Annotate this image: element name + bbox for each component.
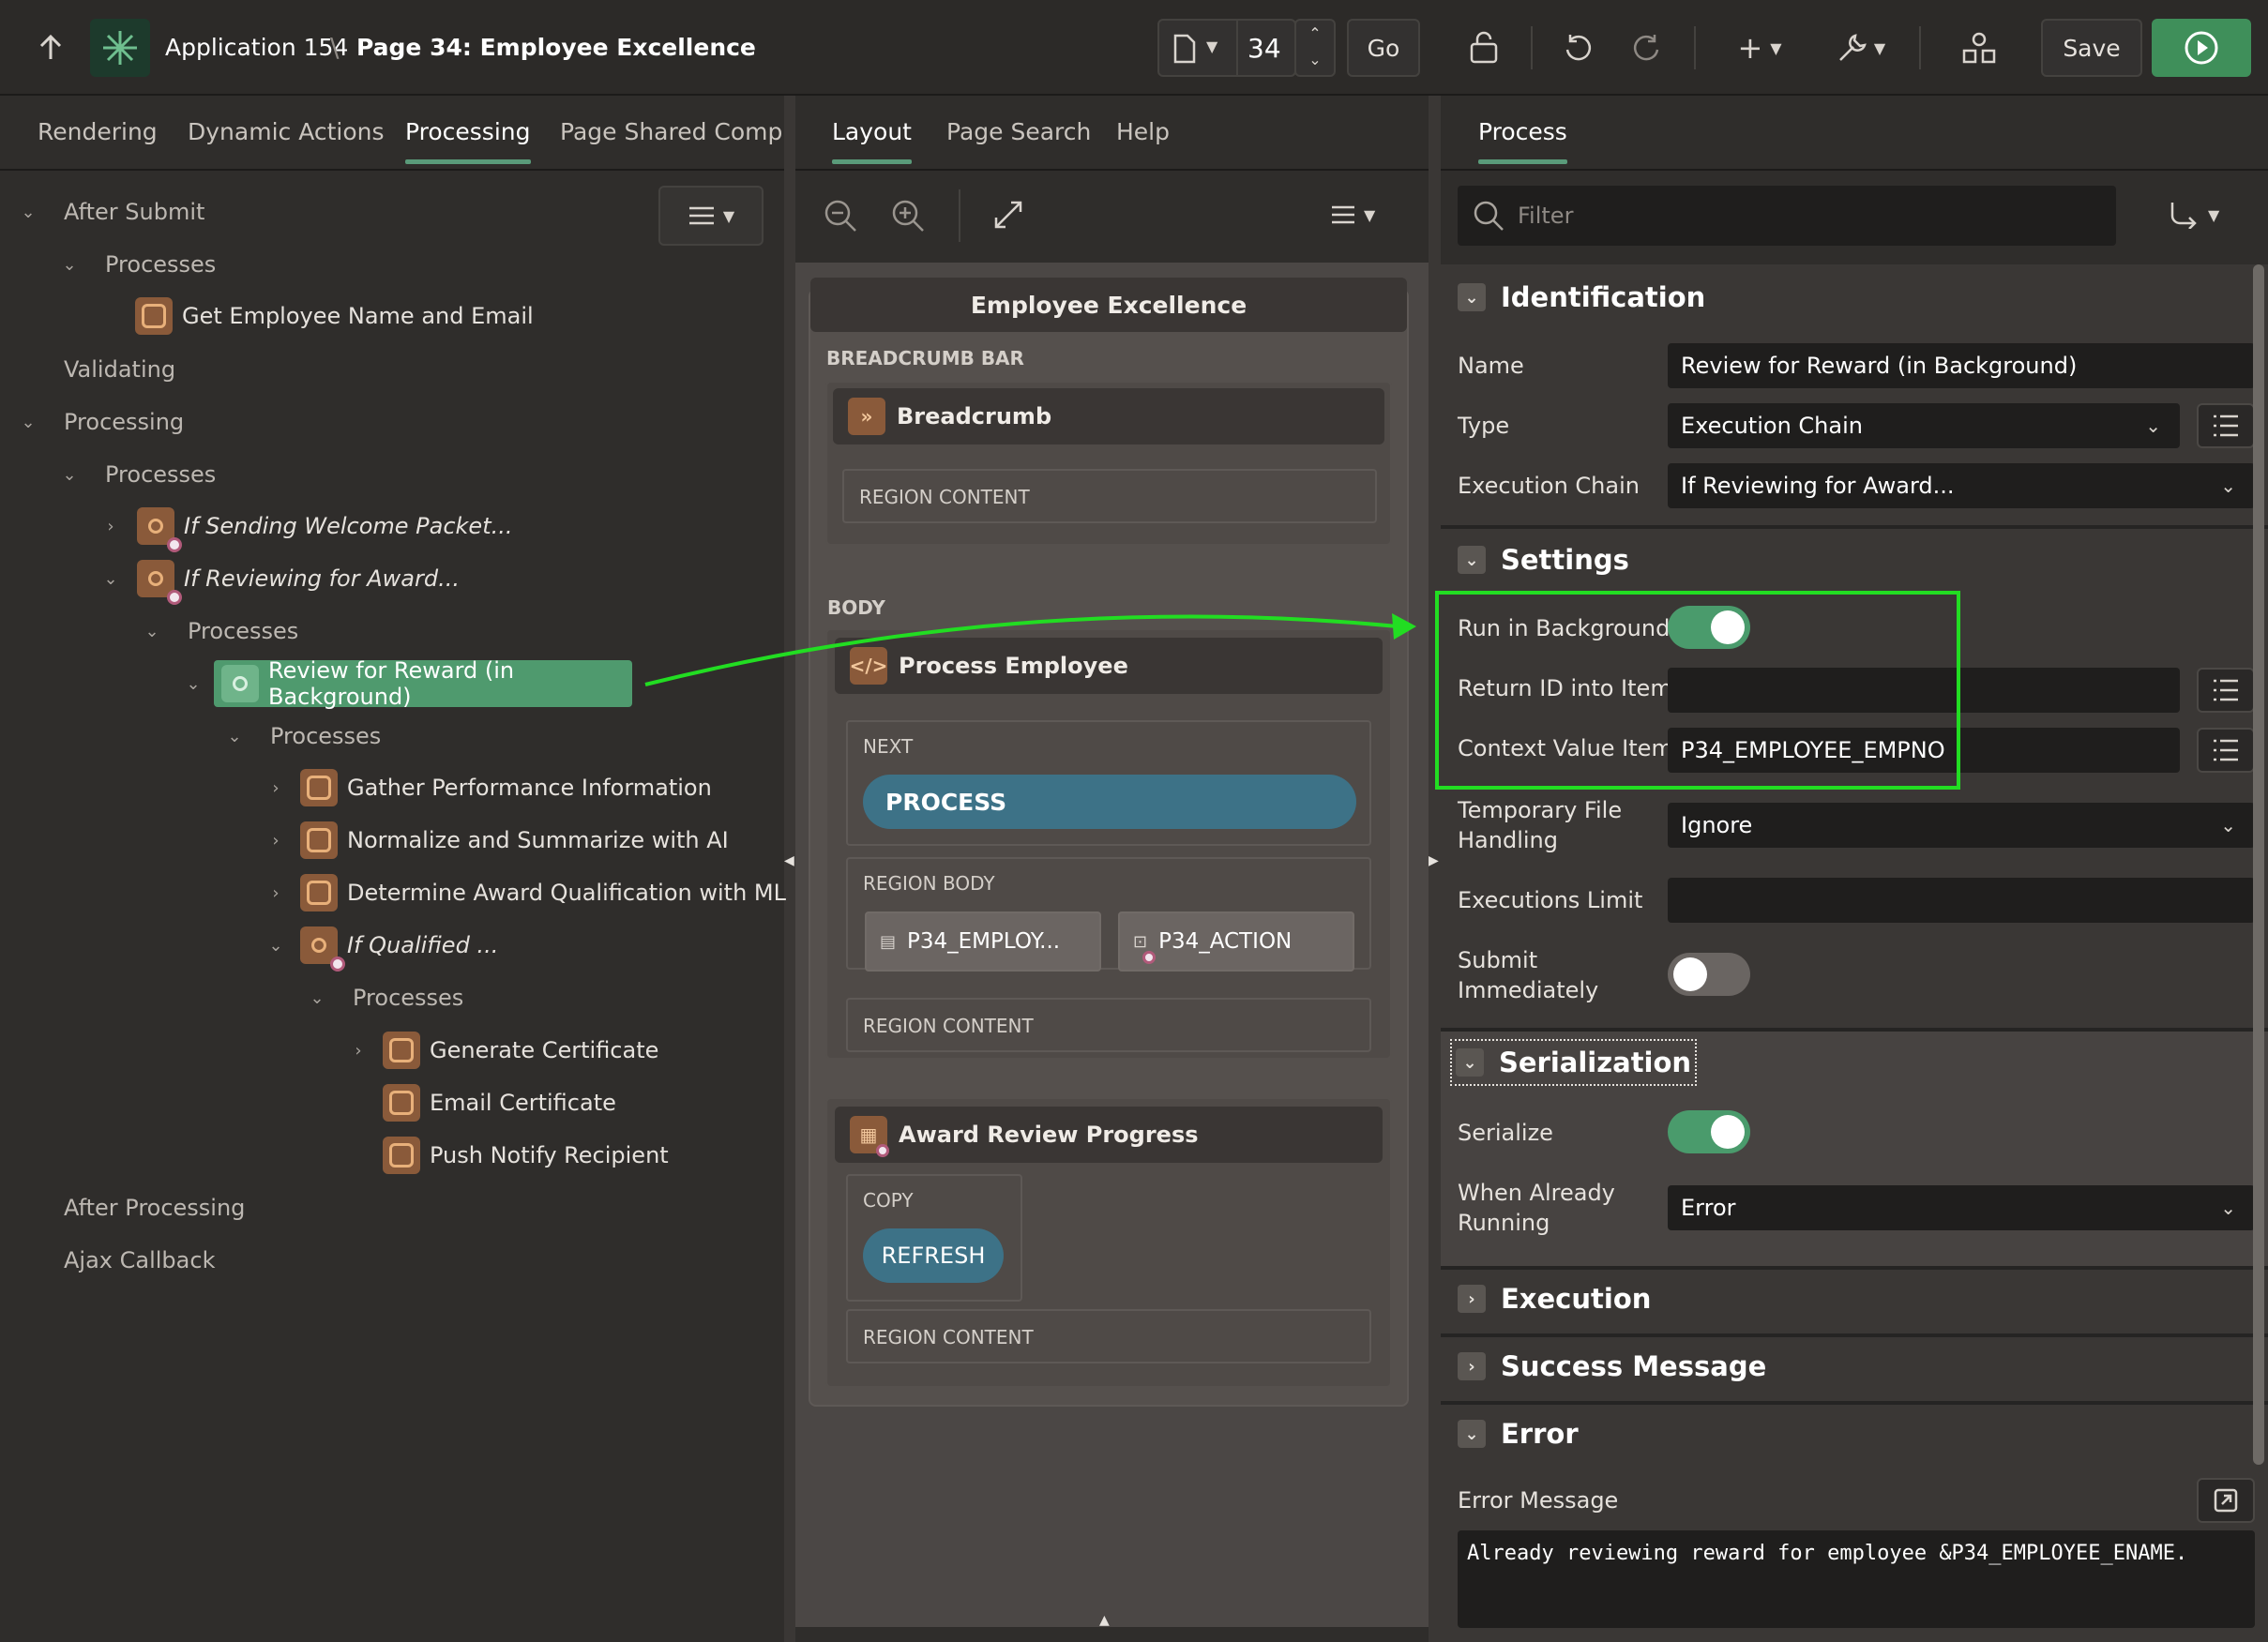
annotation-arrow: [644, 613, 1416, 686]
